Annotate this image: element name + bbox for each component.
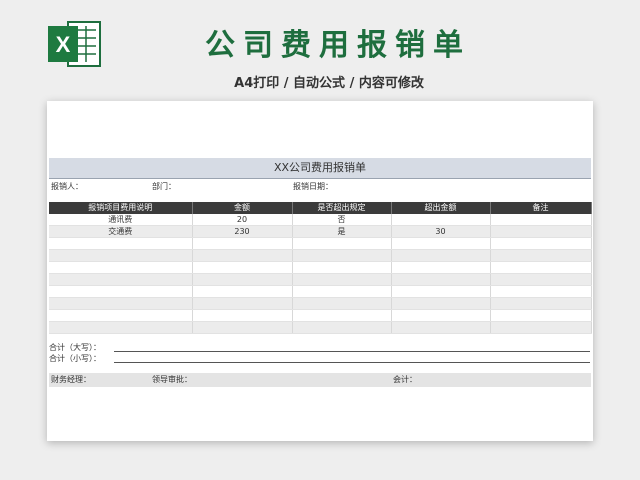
table-row [49, 321, 592, 334]
table-cell[interactable] [292, 285, 392, 298]
table-cell[interactable] [292, 261, 392, 274]
table-cell[interactable]: 30 [391, 225, 491, 238]
table-cell[interactable] [391, 261, 491, 274]
spreadsheet-page: XX公司费用报销单 报销人： 部门： 报销日期： 报销项目费用说明 金额 是否超… [47, 101, 593, 441]
table-cell[interactable] [192, 237, 293, 250]
table-cell[interactable] [292, 297, 392, 310]
table-cell[interactable]: 否 [292, 214, 392, 226]
applicant-label: 报销人： [51, 182, 83, 191]
column-header: 金额 [192, 202, 293, 214]
total-lowercase-label: 合计（小写）： [49, 354, 101, 363]
table-cell[interactable] [49, 249, 193, 262]
table-cell[interactable] [391, 214, 491, 226]
table-row [49, 309, 592, 322]
table-cell[interactable] [192, 321, 293, 334]
column-header: 备注 [490, 202, 592, 214]
table-row [49, 249, 592, 262]
total-uppercase-field[interactable] [114, 351, 590, 352]
table-cell[interactable] [391, 237, 491, 250]
column-header: 报销项目费用说明 [49, 202, 193, 214]
table-cell[interactable] [490, 297, 592, 310]
approval-footer-row: 财务经理： 领导审批： 会计： [49, 373, 591, 387]
table-cell[interactable] [490, 309, 592, 322]
expense-table: 报销项目费用说明 金额 是否超出规定 超出金额 备注 通讯费 20 否交通费 230 是… [49, 202, 592, 334]
page-title: 公司费用报销单 [205, 28, 471, 63]
table-cell[interactable] [192, 261, 293, 274]
table-cell[interactable] [49, 309, 193, 322]
date-label: 报销日期： [293, 182, 333, 191]
table-cell[interactable] [192, 285, 293, 298]
table-cell[interactable] [192, 297, 293, 310]
leader-approval-label: 领导审批： [152, 375, 192, 384]
table-cell[interactable] [391, 285, 491, 298]
table-cell[interactable] [49, 273, 193, 286]
table-cell[interactable] [490, 237, 592, 250]
table-cell[interactable] [391, 321, 491, 334]
table-cell[interactable] [490, 261, 592, 274]
table-cell[interactable]: 230 [192, 225, 293, 238]
form-title: XX公司费用报销单 [49, 158, 591, 179]
table-cell[interactable] [490, 285, 592, 298]
column-header: 超出金额 [391, 202, 491, 214]
table-row [49, 273, 592, 286]
department-label: 部门： [152, 182, 176, 191]
table-header-row: 报销项目费用说明 金额 是否超出规定 超出金额 备注 [49, 202, 592, 214]
applicant-info-row: 报销人： 部门： 报销日期： [49, 180, 591, 194]
table-cell[interactable] [49, 297, 193, 310]
table-row: 通讯费 20 否 [49, 214, 592, 226]
table-cell[interactable] [292, 309, 392, 322]
total-lowercase-field[interactable] [114, 362, 590, 363]
table-row [49, 285, 592, 298]
table-row [49, 261, 592, 274]
table-cell[interactable] [49, 261, 193, 274]
table-cell[interactable] [391, 273, 491, 286]
finance-manager-label: 财务经理： [51, 375, 91, 384]
table-cell[interactable] [391, 309, 491, 322]
table-cell[interactable] [490, 214, 592, 226]
table-cell[interactable]: 通讯费 [49, 214, 193, 226]
table-cell[interactable]: 20 [192, 214, 293, 226]
table-cell[interactable] [391, 297, 491, 310]
table-row [49, 237, 592, 250]
table-cell[interactable]: 是 [292, 225, 392, 238]
table-cell[interactable] [292, 273, 392, 286]
total-uppercase-label: 合计（大写）： [49, 343, 101, 352]
page-subtitle: A4打印 / 自动公式 / 内容可修改 [234, 76, 424, 91]
table-cell[interactable]: 交通费 [49, 225, 193, 238]
table-cell[interactable] [192, 249, 293, 262]
table-cell[interactable] [490, 273, 592, 286]
table-row [49, 297, 592, 310]
table-row: 交通费 230 是 30 [49, 225, 592, 238]
table-cell[interactable] [292, 321, 392, 334]
table-cell[interactable] [490, 249, 592, 262]
table-cell[interactable] [490, 321, 592, 334]
column-header: 是否超出规定 [292, 202, 392, 214]
table-cell[interactable] [192, 309, 293, 322]
table-cell[interactable] [192, 273, 293, 286]
table-cell[interactable] [49, 237, 193, 250]
table-cell[interactable] [49, 321, 193, 334]
table-cell[interactable] [292, 237, 392, 250]
accountant-label: 会计： [393, 375, 417, 384]
table-cell[interactable] [391, 249, 491, 262]
table-cell[interactable] [49, 285, 193, 298]
table-cell[interactable] [292, 249, 392, 262]
table-cell[interactable] [490, 225, 592, 238]
